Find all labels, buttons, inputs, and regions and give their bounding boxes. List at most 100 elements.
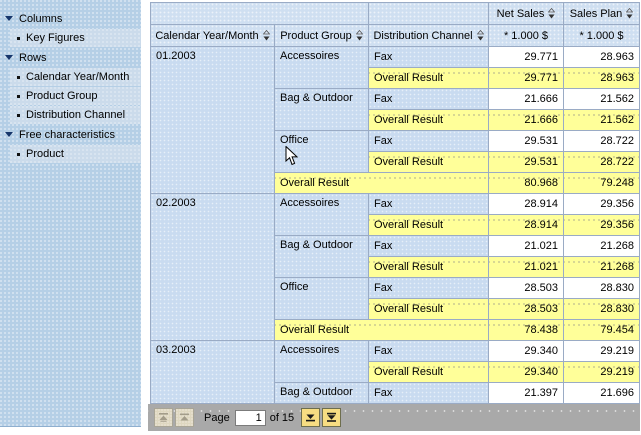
triangle-down-icon[interactable] [5,55,13,60]
cell-product-group[interactable]: Bag & Outdoor [275,383,369,404]
page-down-icon [305,412,316,423]
cell-net-sales-value: 21.021 [489,236,564,257]
cell-sales-plan-result: 28.963 [564,68,640,89]
square-bullet-icon [17,153,20,156]
square-bullet-icon [17,76,20,79]
column-header-label: Calendar Year/Month [155,30,258,42]
sort-both-icon[interactable] [626,8,633,19]
first-page-button[interactable] [154,408,173,427]
section-columns[interactable]: Columns [0,9,141,28]
cell-net-sales-result: 80.968 [489,173,564,194]
cell-overall-result-label[interactable]: Overall Result [369,152,489,173]
sidebar-item-calendar-year-month[interactable]: Calendar Year/Month [10,68,141,86]
sort-both-icon[interactable] [263,30,270,41]
cell-net-sales-value: 21.397 [489,383,564,404]
cell-channel[interactable]: Fax [369,236,489,257]
cell-product-group[interactable]: Office [275,131,369,173]
section-rows[interactable]: Rows [0,48,141,67]
cell-net-sales-result: 29.531 [489,152,564,173]
next-page-button[interactable] [301,408,320,427]
column-header-sales-plan[interactable]: Sales Plan [564,3,640,25]
column-header-net-sales[interactable]: Net Sales [489,3,564,25]
sort-both-icon[interactable] [477,30,484,41]
square-bullet-icon [17,114,20,117]
cell-sales-plan-value: 21.696 [564,383,640,404]
column-header-product-group[interactable]: Product Group [275,25,369,47]
sidebar-item-product-group[interactable]: Product Group [10,87,141,105]
sort-both-icon[interactable] [356,30,363,41]
cell-channel[interactable]: Fax [369,341,489,362]
cell-sales-plan-value: 29.219 [564,341,640,362]
cell-month[interactable]: 01.2003 [151,47,275,194]
page-first-icon [158,412,169,423]
cell-sales-plan-result: 21.562 [564,110,640,131]
cell-net-sales-value: 29.340 [489,341,564,362]
cell-sales-plan-result: 79.248 [564,173,640,194]
cell-net-sales-result: 29.340 [489,362,564,383]
cell-month[interactable]: 03.2003 [151,341,275,404]
page-label: Page [204,412,230,424]
cell-product-group[interactable]: Bag & Outdoor [275,89,369,131]
cell-net-sales-result: 21.021 [489,257,564,278]
page-number-input[interactable] [235,410,266,426]
cell-channel[interactable]: Fax [369,383,489,404]
column-header-calendar[interactable]: Calendar Year/Month [151,25,275,47]
column-header-distribution-channel[interactable]: Distribution Channel [369,25,489,47]
cell-sales-plan-result: 29.356 [564,215,640,236]
cell-net-sales-result: 78.438 [489,320,564,341]
cell-sales-plan-result: 21.268 [564,257,640,278]
column-header-label: Net Sales [497,8,545,20]
sidebar-item-label: Key Figures [26,32,85,44]
cell-net-sales-value: 28.914 [489,194,564,215]
cell-channel[interactable]: Fax [369,278,489,299]
cell-month-overall-result-label[interactable]: Overall Result [275,320,489,341]
cell-channel[interactable]: Fax [369,47,489,68]
cell-product-group[interactable]: Accessoires [275,341,369,383]
sidebar-item-label: Distribution Channel [26,109,125,121]
sidebar-item-distribution-channel[interactable]: Distribution Channel [10,106,141,124]
square-bullet-icon [17,37,20,40]
cell-channel[interactable]: Fax [369,194,489,215]
blank-header-cell [369,3,489,25]
cell-net-sales-result: 29.771 [489,68,564,89]
cell-net-sales-result: 28.914 [489,215,564,236]
cell-overall-result-label[interactable]: Overall Result [369,215,489,236]
cell-product-group[interactable]: Bag & Outdoor [275,236,369,278]
cell-product-group[interactable]: Accessoires [275,47,369,89]
paging-toolbar: Page of 15 [148,404,640,431]
cell-channel[interactable]: Fax [369,89,489,110]
cell-net-sales-value: 29.771 [489,47,564,68]
last-page-button[interactable] [322,408,341,427]
cell-overall-result-label[interactable]: Overall Result [369,68,489,89]
cell-overall-result-label[interactable]: Overall Result [369,362,489,383]
sidebar-item-label: Calendar Year/Month [26,71,129,83]
page-up-icon [179,412,190,423]
sort-both-icon[interactable] [548,8,555,19]
cell-overall-result-label[interactable]: Overall Result [369,257,489,278]
triangle-down-icon[interactable] [5,16,13,21]
cell-month[interactable]: 02.2003 [151,194,275,341]
cell-net-sales-result: 21.666 [489,110,564,131]
column-header-label: Distribution Channel [373,30,472,42]
cell-sales-plan-value: 28.722 [564,131,640,152]
triangle-down-icon[interactable] [5,132,13,137]
cell-overall-result-label[interactable]: Overall Result [369,299,489,320]
cell-product-group[interactable]: Office [275,278,369,320]
previous-page-button[interactable] [175,408,194,427]
column-header-label: Product Group [280,30,352,42]
cell-product-group[interactable]: Accessoires [275,194,369,236]
cell-sales-plan-value: 29.356 [564,194,640,215]
page-of-label: of 15 [270,412,294,424]
sidebar-item-product[interactable]: Product [10,145,141,163]
cell-sales-plan-result: 29.219 [564,362,640,383]
unit-header: * 1.000 $ [564,25,640,47]
sidebar-item-key-figures[interactable]: Key Figures [10,29,141,47]
cell-month-overall-result-label[interactable]: Overall Result [275,173,489,194]
section-label: Columns [19,13,62,25]
section-free-characteristics[interactable]: Free characteristics [0,125,141,144]
sidebar-item-label: Product Group [26,90,98,102]
cell-channel[interactable]: Fax [369,131,489,152]
navigation-pane: Columns Key Figures Rows Calendar Year/M… [0,0,141,427]
cell-sales-plan-value: 28.963 [564,47,640,68]
cell-overall-result-label[interactable]: Overall Result [369,110,489,131]
